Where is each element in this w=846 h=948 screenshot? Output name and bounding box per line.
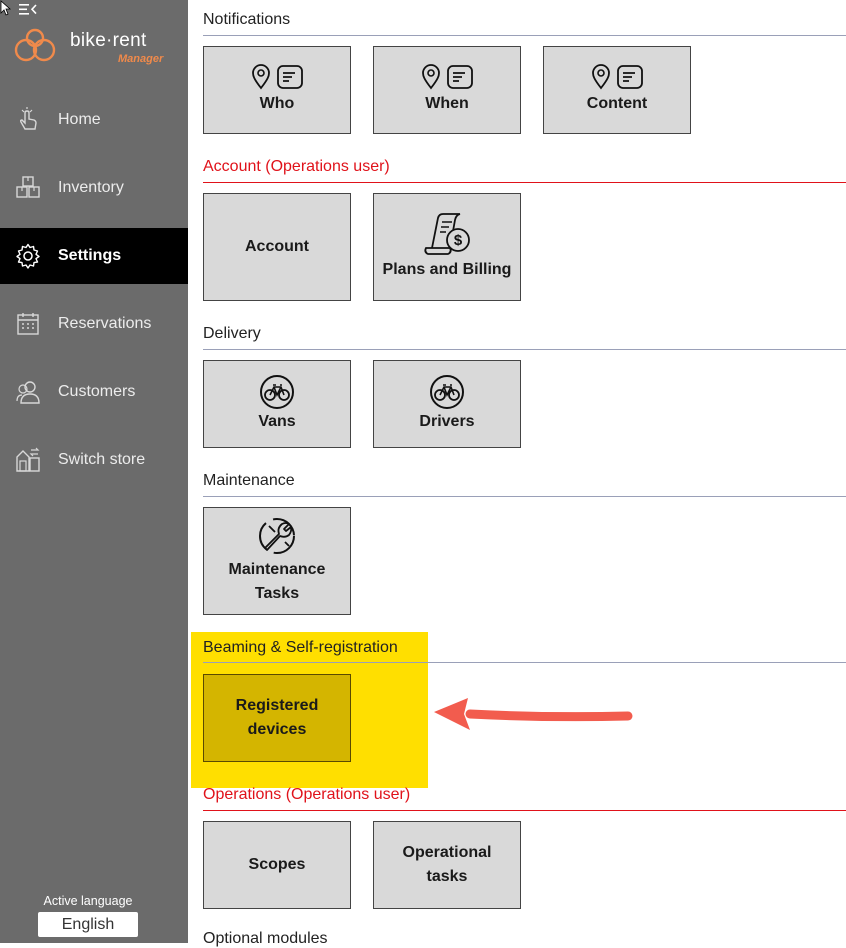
tile-label: Scopes [248,856,306,873]
message-icon [617,65,643,89]
tile-label: Vans [258,413,296,430]
message-icon [277,65,303,89]
tile-label: Content [586,95,648,112]
tile-label: Maintenance Tasks [228,561,326,602]
section-title-beaming: Beaming & Self-registration [203,639,398,656]
location-pin-icon [252,64,270,90]
sidebar-item-home[interactable]: Home [0,92,188,148]
app-logo[interactable]: bike·rent Manager [14,28,174,72]
tile-label: Who [259,95,295,112]
bike-rent-logo-icon [14,28,56,62]
billing-receipt-icon: $ [424,213,470,255]
sidebar-item-reservations[interactable]: Reservations [0,296,188,352]
location-pin-icon [592,64,610,90]
tile-registered-devices[interactable]: Registered devices [203,674,351,762]
section-title-optional-modules: Optional modules [203,930,328,947]
tile-content[interactable]: Content [543,46,691,134]
sidebar-item-settings[interactable]: Settings [0,228,188,284]
tile-icon-group [250,64,304,90]
bicycle-icon [260,375,294,409]
sidebar-item-label: Switch store [58,451,146,468]
section-title-notifications: Notifications [203,11,291,28]
tile-scopes[interactable]: Scopes [203,821,351,909]
logo-subtitle: Manager [118,53,164,65]
logo-text: bike·rent [70,30,147,51]
wrench-tools-icon [259,518,295,554]
store-switch-icon [16,447,40,472]
tile-icon-group [590,64,644,90]
section-title-maintenance: Maintenance [203,472,295,489]
hand-pointer-icon [19,107,37,130]
sidebar-item-label: Customers [58,383,136,400]
sidebar-item-label: Home [58,111,101,128]
section-divider [203,349,846,350]
bicycle-icon [430,375,464,409]
tile-who[interactable]: Who [203,46,351,134]
annotation-arrow-icon [434,698,633,730]
section-title-delivery: Delivery [203,325,261,342]
tile-when[interactable]: When [373,46,521,134]
sidebar: bike·rent Manager Home Inventory Setting… [0,0,188,943]
tile-label: Registered devices [235,697,319,738]
users-icon [16,381,40,404]
sidebar-item-label: Settings [58,247,122,264]
tile-drivers[interactable]: Drivers [373,360,521,448]
active-language-label: Active language [43,894,133,908]
menu-toggle[interactable] [0,0,40,20]
tile-maintenance-tasks[interactable]: Maintenance Tasks [203,507,351,615]
sidebar-item-label: Inventory [58,179,124,196]
section-divider [203,35,846,36]
sidebar-item-inventory[interactable]: Inventory [0,160,188,216]
boxes-icon [16,176,40,198]
calendar-icon [17,313,39,335]
section-title-account: Account (Operations user) [203,158,390,175]
tile-icon-group [420,64,474,90]
sidebar-item-switch-store[interactable]: Switch store [0,432,188,488]
gear-icon [16,243,40,269]
svg-text:$: $ [454,232,463,249]
language-select[interactable]: English [38,912,138,937]
menu-collapse-icon[interactable] [0,0,40,20]
tile-label: Plans and Billing [382,261,512,278]
tile-label: Account [245,238,309,255]
section-divider [203,810,846,811]
message-icon [447,65,473,89]
tile-label: Drivers [419,413,475,430]
section-divider [203,662,846,663]
location-pin-icon [422,64,440,90]
tile-operational-tasks[interactable]: Operational tasks [373,821,521,909]
tile-plans-and-billing[interactable]: $ Plans and Billing [373,193,521,301]
section-divider [203,182,846,183]
tile-label: Operational tasks [402,844,492,885]
section-title-operations: Operations (Operations user) [203,786,411,803]
sidebar-item-label: Reservations [58,315,152,332]
tile-account[interactable]: Account [203,193,351,301]
section-divider [203,496,846,497]
tile-vans[interactable]: Vans [203,360,351,448]
sidebar-item-customers[interactable]: Customers [0,364,188,420]
tile-label: When [425,95,469,112]
